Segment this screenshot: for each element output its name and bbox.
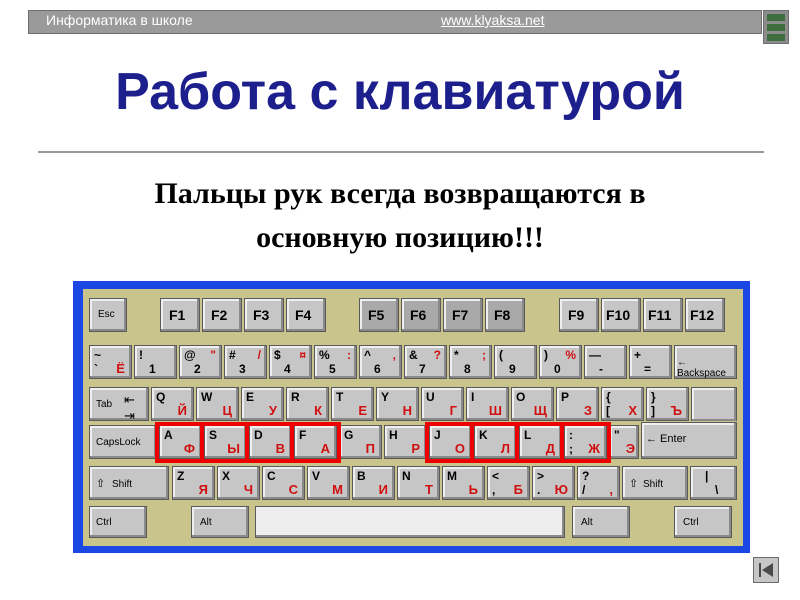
key-equals[interactable]: + = [629, 345, 672, 379]
shift-arrow-icon: ⇧ [96, 478, 106, 490]
key-minus[interactable]: — - [584, 345, 627, 379]
key-backspace[interactable]: ← Backspace [674, 345, 737, 379]
key-f7[interactable]: F7 [443, 298, 483, 332]
home-key-separator [245, 422, 249, 463]
key-x[interactable]: XЧ [217, 466, 260, 500]
key-4[interactable]: $4 ¤ [269, 345, 312, 379]
key-e[interactable]: EУ [241, 387, 284, 421]
key-right-bracket[interactable]: }] Ъ [646, 387, 689, 421]
key-3[interactable]: #3/ [224, 345, 267, 379]
key-f12[interactable]: F12 [685, 298, 725, 332]
key-t[interactable]: TЕ [331, 387, 374, 421]
key-q[interactable]: QЙ [151, 387, 194, 421]
key-period[interactable]: >. Ю [532, 466, 575, 500]
page-title: Работа с клавиатурой [115, 63, 685, 121]
key-w[interactable]: WЦ [196, 387, 239, 421]
key-comma[interactable]: <, Б [487, 466, 530, 500]
key-p[interactable]: PЗ [556, 387, 599, 421]
key-space[interactable] [255, 506, 565, 538]
key-shift-left[interactable]: ⇧ Shift [89, 466, 169, 500]
divider [38, 151, 764, 153]
key-backslash[interactable]: | \ [690, 466, 737, 500]
key-r[interactable]: RК [286, 387, 329, 421]
key-8[interactable]: * 8; [449, 345, 492, 379]
shift-arrow-icon: ⇧ [629, 478, 639, 490]
keyboard: Esc F1 F2 F3 F4 F5 F6 F7 F8 F9 F10 F11 F… [83, 289, 743, 546]
key-y[interactable]: YН [376, 387, 419, 421]
key-f8[interactable]: F8 [485, 298, 525, 332]
subtitle: Пальцы рук всегда возвращаются в основну… [0, 172, 800, 260]
key-enter[interactable]: ← Enter [641, 422, 737, 459]
key-f1[interactable]: F1 [160, 298, 200, 332]
key-o[interactable]: OЩ [511, 387, 554, 421]
key-slash[interactable]: ? /, [577, 466, 620, 500]
key-tilde[interactable]: ~ ` Ё [89, 345, 132, 379]
key-enter-top[interactable] [691, 387, 737, 421]
header-site-title: Информатика в школе [46, 12, 193, 28]
key-esc[interactable]: Esc [89, 298, 127, 332]
home-key-separator [470, 422, 474, 463]
key-quote[interactable]: " Э [609, 425, 639, 459]
key-f5[interactable]: F5 [359, 298, 399, 332]
key-alt-left[interactable]: Alt [191, 506, 249, 538]
key-1[interactable]: ! 1 [134, 345, 177, 379]
home-key-separator [560, 422, 564, 463]
key-ctrl-left[interactable]: Ctrl [89, 506, 147, 538]
header-url-link[interactable]: www.klyaksa.net [441, 12, 544, 28]
key-c[interactable]: CС [262, 466, 305, 500]
key-capslock[interactable]: CapsLock [89, 425, 157, 459]
skip-back-icon [759, 563, 773, 577]
key-9[interactable]: (9 [494, 345, 537, 379]
subtitle-line-2: основную позицию!!! [256, 221, 544, 254]
key-shift-right[interactable]: ⇧ Shift [622, 466, 688, 500]
grid-icon [763, 10, 789, 44]
tab-arrows-icon: ⇤ ⇥ [124, 392, 135, 423]
key-left-bracket[interactable]: {[Х [601, 387, 644, 421]
home-key-separator [200, 422, 204, 463]
key-7[interactable]: & 7? [404, 345, 447, 379]
key-f4[interactable]: F4 [286, 298, 326, 332]
key-h[interactable]: HР [384, 425, 427, 459]
key-ctrl-right[interactable]: Ctrl [674, 506, 732, 538]
home-key-separator [290, 422, 294, 463]
key-g[interactable]: GП [339, 425, 382, 459]
key-6[interactable]: ^ 6, [359, 345, 402, 379]
key-u[interactable]: UГ [421, 387, 464, 421]
key-f10[interactable]: F10 [601, 298, 641, 332]
key-m[interactable]: MЬ [442, 466, 485, 500]
key-f2[interactable]: F2 [202, 298, 242, 332]
key-z[interactable]: ZЯ [172, 466, 215, 500]
key-2[interactable]: @2 " [179, 345, 222, 379]
home-key-separator [515, 422, 519, 463]
key-alt-right[interactable]: Alt [572, 506, 630, 538]
key-n[interactable]: NТ [397, 466, 440, 500]
key-b[interactable]: BИ [352, 466, 395, 500]
key-f3[interactable]: F3 [244, 298, 284, 332]
key-5[interactable]: % 5: [314, 345, 357, 379]
subtitle-line-1: Пальцы рук всегда возвращаются в [154, 177, 646, 210]
skip-back-button[interactable] [753, 557, 779, 583]
key-tab[interactable]: Tab ⇤ ⇥ [89, 387, 149, 423]
key-f9[interactable]: F9 [559, 298, 599, 332]
key-f11[interactable]: F11 [643, 298, 683, 332]
key-v[interactable]: VМ [307, 466, 350, 500]
key-f6[interactable]: F6 [401, 298, 441, 332]
key-i[interactable]: IШ [466, 387, 509, 421]
key-0[interactable]: ) 0% [539, 345, 582, 379]
